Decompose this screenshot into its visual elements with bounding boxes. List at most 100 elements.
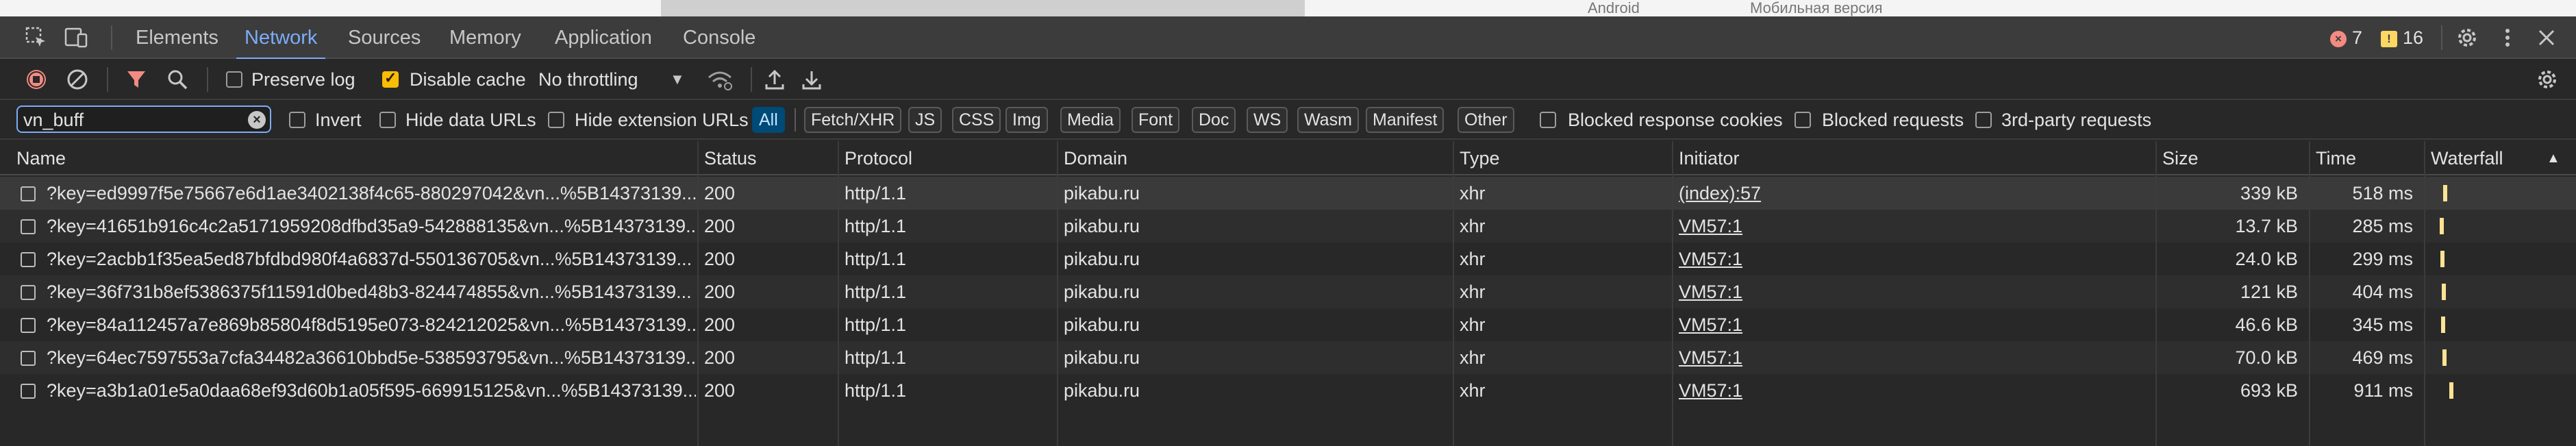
column-header-time[interactable]: Time: [2308, 141, 2423, 175]
column-header-name[interactable]: Name: [8, 141, 699, 175]
type-filter-doc[interactable]: Doc: [1192, 107, 1236, 133]
throttling-dropdown-arrow-icon[interactable]: ▼: [670, 68, 685, 91]
column-divider: [1057, 141, 1058, 446]
waterfall-bar: [2441, 284, 2446, 300]
cell-status: 200: [704, 380, 736, 401]
devtools-tabbar: Elements Network Sources Memory Applicat…: [0, 16, 2576, 60]
tab-elements[interactable]: Elements: [136, 16, 218, 59]
cell-size: 121 kB: [2240, 282, 2298, 302]
row-checkbox[interactable]: [21, 252, 36, 267]
table-row[interactable]: ?key=64ec7597553a7cfa34482a36610bbd5e-53…: [0, 341, 2576, 374]
sort-ascending-icon[interactable]: ▲: [2547, 141, 2560, 175]
cell-domain: pikabu.ru: [1064, 249, 1140, 269]
requests-table: Name Status Protocol Domain Type Initiat…: [0, 141, 2576, 446]
third-party-requests-checkbox[interactable]: [1975, 112, 1992, 128]
more-options-icon[interactable]: [2496, 26, 2519, 49]
cell-initiator[interactable]: VM57:1: [1671, 275, 2154, 308]
toolbar-divider-3: [751, 67, 752, 92]
cell-initiator[interactable]: (index):57: [1671, 177, 2154, 210]
hide-data-urls-checkbox[interactable]: [379, 112, 396, 128]
throttling-select[interactable]: No throttling: [538, 68, 638, 91]
type-filter-fetch-xhr[interactable]: Fetch/XHR: [804, 107, 902, 133]
column-header-waterfall[interactable]: Waterfall: [2423, 141, 2546, 175]
close-devtools-icon[interactable]: [2535, 26, 2558, 49]
tab-console[interactable]: Console: [683, 16, 755, 59]
type-filter-js[interactable]: JS: [908, 107, 942, 133]
type-filter-css[interactable]: CSS: [952, 107, 1001, 133]
tabbar-right-divider: [2441, 25, 2442, 50]
type-filter-wasm[interactable]: Wasm: [1297, 107, 1359, 133]
table-row[interactable]: ?key=2acbb1f35ea5ed87bfdbd980f4a6837d-55…: [0, 243, 2576, 275]
cell-initiator[interactable]: VM57:1: [1671, 210, 2154, 243]
type-filter-img[interactable]: Img: [1005, 107, 1048, 133]
blocked-requests-checkbox[interactable]: [1795, 112, 1811, 128]
device-toolbar-icon[interactable]: [64, 26, 88, 49]
type-filter-font[interactable]: Font: [1131, 107, 1180, 133]
cell-initiator[interactable]: VM57:1: [1671, 374, 2154, 407]
table-row[interactable]: ?key=ed9997f5e75667e6d1ae3402138f4c65-88…: [0, 177, 2576, 210]
error-icon: ×: [2330, 30, 2347, 47]
export-har-download-icon[interactable]: [800, 68, 823, 91]
cell-domain: pikabu.ru: [1064, 282, 1140, 302]
column-header-domain[interactable]: Domain: [1055, 141, 1451, 175]
network-settings-gear-icon[interactable]: [2536, 68, 2559, 91]
tab-memory[interactable]: Memory: [449, 16, 521, 59]
table-row[interactable]: ?key=36f731b8ef5386375f11591d0bed48b3-82…: [0, 275, 2576, 308]
cell-initiator[interactable]: VM57:1: [1671, 308, 2154, 341]
column-header-type[interactable]: Type: [1451, 141, 1671, 175]
column-divider: [2309, 141, 2310, 446]
filter-search-box[interactable]: ×: [16, 106, 271, 133]
type-filter-ws[interactable]: WS: [1247, 107, 1288, 133]
page-mobile-version-text: Мобильная версия: [1750, 0, 1883, 16]
clear-log-icon[interactable]: [66, 68, 89, 91]
invert-checkbox[interactable]: [289, 112, 305, 128]
blocked-response-cookies-checkbox[interactable]: [1540, 112, 1556, 128]
row-checkbox[interactable]: [21, 318, 36, 333]
page-android-text: Android: [1588, 0, 1640, 16]
import-har-upload-icon[interactable]: [763, 68, 786, 91]
network-conditions-icon[interactable]: [707, 68, 732, 91]
network-toolbar: Preserve log Disable cache No throttling…: [0, 59, 2576, 100]
warning-count-badge[interactable]: ! 16: [2381, 27, 2423, 48]
column-header-size[interactable]: Size: [2154, 141, 2308, 175]
tab-network[interactable]: Network: [236, 16, 326, 60]
column-divider: [1453, 141, 1454, 446]
cell-size: 46.6 kB: [2235, 314, 2298, 335]
column-header-protocol[interactable]: Protocol: [836, 141, 1055, 175]
row-checkbox[interactable]: [21, 219, 36, 234]
row-checkbox[interactable]: [21, 384, 36, 399]
table-row[interactable]: ?key=84a112457a7e869b85804f8d5195e073-82…: [0, 308, 2576, 341]
table-header: Name Status Protocol Domain Type Initiat…: [0, 141, 2576, 175]
error-count-badge[interactable]: × 7: [2330, 27, 2362, 48]
type-filter-other[interactable]: Other: [1458, 107, 1514, 133]
hide-extension-urls-checkbox[interactable]: [548, 112, 564, 128]
disable-cache-checkbox[interactable]: [382, 69, 399, 88]
row-checkbox[interactable]: [21, 285, 36, 300]
cell-initiator[interactable]: VM57:1: [1671, 341, 2154, 374]
column-header-initiator[interactable]: Initiator: [1671, 141, 2154, 175]
clear-filter-icon[interactable]: ×: [248, 111, 266, 129]
tab-application[interactable]: Application: [555, 16, 652, 59]
type-filter-manifest[interactable]: Manifest: [1366, 107, 1445, 133]
row-checkbox[interactable]: [21, 186, 36, 201]
table-row[interactable]: ?key=a3b1a01e5a0daa68ef93d60b1a05f595-66…: [0, 374, 2576, 407]
cell-time: 404 ms: [2352, 282, 2413, 302]
type-filter-media[interactable]: Media: [1060, 107, 1121, 133]
filter-search-input[interactable]: [23, 108, 242, 132]
search-icon[interactable]: [166, 68, 189, 91]
preserve-log-checkbox[interactable]: [226, 71, 242, 88]
cell-time: 911 ms: [2353, 380, 2413, 401]
row-checkbox[interactable]: [21, 351, 36, 366]
table-row[interactable]: ?key=41651b916c4c2a5171959208dfbd35a9-54…: [0, 210, 2576, 243]
settings-gear-icon[interactable]: [2455, 26, 2479, 49]
cell-type: xhr: [1460, 282, 1486, 302]
cell-initiator[interactable]: VM57:1: [1671, 243, 2154, 275]
type-filter-all[interactable]: All: [752, 107, 785, 133]
stop-recording-icon[interactable]: [25, 68, 48, 91]
toolbar-divider-1: [107, 67, 108, 92]
column-divider: [838, 141, 839, 446]
inspect-element-icon[interactable]: [25, 26, 48, 49]
column-header-status[interactable]: Status: [696, 141, 836, 175]
tab-sources[interactable]: Sources: [348, 16, 421, 59]
filter-funnel-icon[interactable]: [125, 68, 148, 91]
